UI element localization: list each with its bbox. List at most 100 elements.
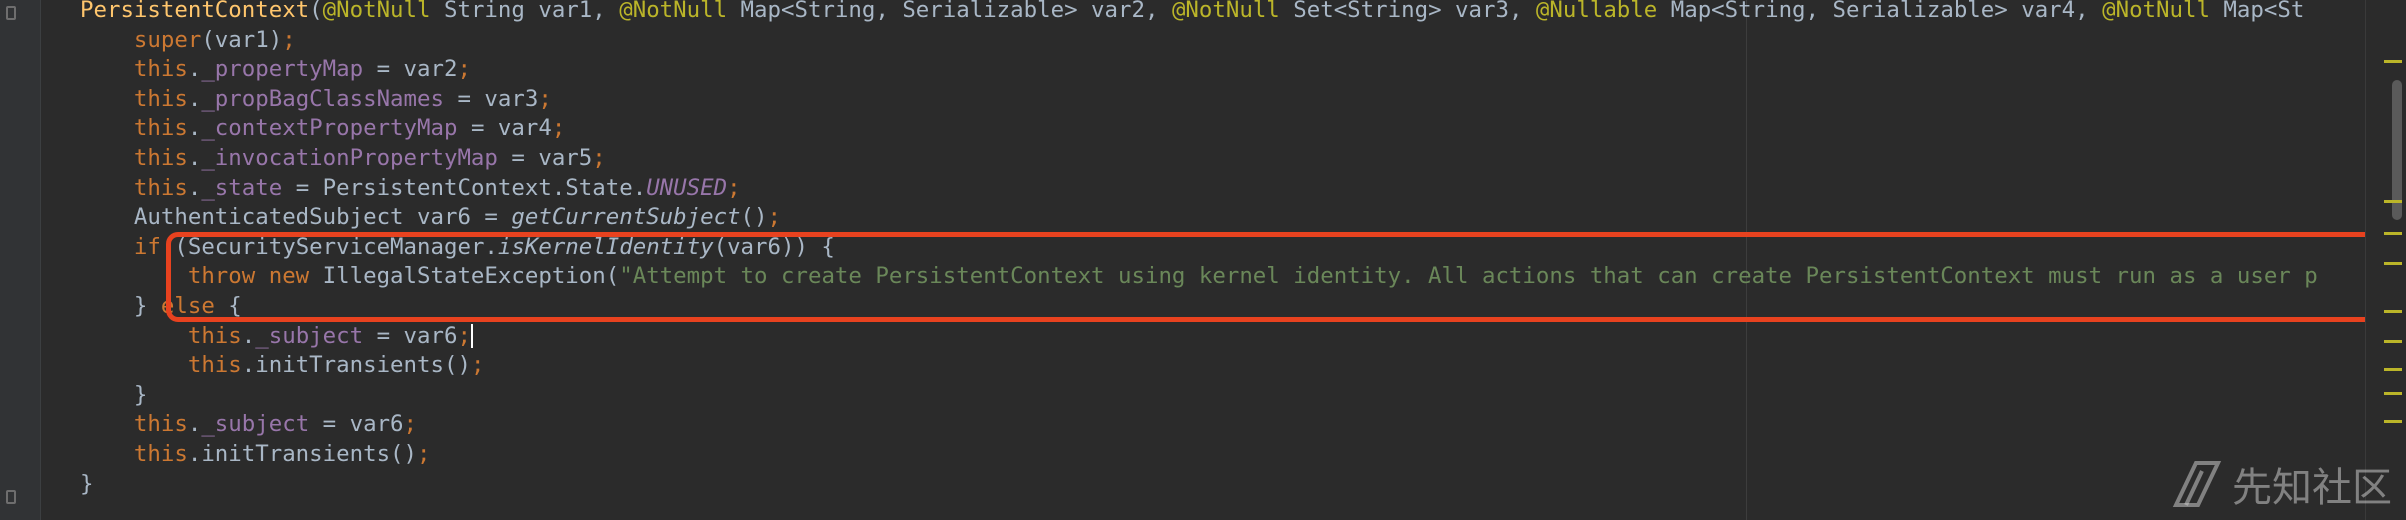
code-token: ; xyxy=(592,144,606,171)
code-token: (var1) xyxy=(201,26,283,53)
code-line[interactable]: this._propBagClassNames = var3; xyxy=(80,85,2318,115)
watermark: 先知社区 xyxy=(2172,456,2392,512)
code-token: this xyxy=(133,85,188,112)
code-token: getCurrentSubject xyxy=(511,204,741,231)
code-token: = var6 xyxy=(309,411,404,438)
code-token: this xyxy=(133,115,188,142)
text-caret xyxy=(470,324,473,349)
code-token: super xyxy=(133,26,202,53)
code-token: ; xyxy=(538,85,552,112)
code-token: } xyxy=(80,470,94,497)
xianzhi-logo-icon xyxy=(2172,461,2222,507)
code-line[interactable]: this._state = PersistentContext.State.UN… xyxy=(80,174,2318,204)
code-token: @NotNull xyxy=(1171,0,1280,23)
code-token: this xyxy=(133,144,188,171)
warning-stripe-marker[interactable] xyxy=(2384,200,2402,203)
fold-marker-icon[interactable] xyxy=(6,490,16,504)
code-token: _contextPropertyMap xyxy=(201,115,458,142)
code-line[interactable]: this._propertyMap = var2; xyxy=(80,55,2318,85)
code-token: . xyxy=(187,85,202,112)
vertical-scrollbar[interactable] xyxy=(2365,0,2406,520)
code-token: this xyxy=(133,174,188,201)
code-token: () xyxy=(740,204,768,231)
code-token: . xyxy=(187,144,202,171)
highlight-annotation-box xyxy=(166,232,2366,322)
code-token: if xyxy=(133,233,161,260)
warning-stripe-marker[interactable] xyxy=(2384,420,2402,423)
code-token: @NotNull xyxy=(322,0,431,23)
warning-stripe-marker[interactable] xyxy=(2384,340,2402,343)
code-token: _subject xyxy=(255,322,364,349)
code-token: . xyxy=(187,56,202,83)
code-editor[interactable]: PersistentContext(@NotNull String var1, … xyxy=(42,0,2366,520)
code-token: ; xyxy=(727,174,741,201)
code-token: @NotNull xyxy=(619,0,728,23)
code-token: PersistentContext xyxy=(80,0,310,23)
editor-gutter xyxy=(0,0,41,520)
warning-stripe-marker[interactable] xyxy=(2384,368,2402,371)
code-token: _propertyMap xyxy=(201,56,364,83)
code-line[interactable]: } xyxy=(80,381,2318,411)
code-token: this xyxy=(187,352,242,379)
code-token: ; xyxy=(457,322,471,349)
fold-marker-icon[interactable] xyxy=(6,6,16,20)
code-token: ; xyxy=(457,56,471,83)
code-token: } xyxy=(80,292,161,319)
code-token: ; xyxy=(282,26,296,53)
code-token: String var1, xyxy=(430,0,620,23)
code-token: ; xyxy=(403,411,418,438)
warning-stripe-marker[interactable] xyxy=(2384,60,2402,63)
code-token: .initTransients() xyxy=(241,352,471,379)
code-token: Map<St xyxy=(2209,0,2305,23)
code-token: ; xyxy=(551,115,566,142)
code-token: Map<String, Serializable> var4, xyxy=(1657,0,2103,23)
code-token: @NotNull xyxy=(2102,0,2210,23)
code-token: . xyxy=(187,115,202,142)
code-line[interactable]: super(var1); xyxy=(80,26,2318,56)
code-line[interactable]: this._subject = var6; xyxy=(80,322,2318,352)
code-token: . xyxy=(187,411,202,438)
warning-stripe-marker[interactable] xyxy=(2384,310,2402,313)
code-line[interactable]: this.initTransients(); xyxy=(80,351,2318,381)
warning-stripe-marker[interactable] xyxy=(2384,232,2402,235)
code-line[interactable]: this._invocationPropertyMap = var5; xyxy=(80,144,2318,174)
watermark-text: 先知社区 xyxy=(2232,465,2392,511)
code-token: = var5 xyxy=(497,144,593,171)
code-token: this xyxy=(187,322,242,349)
code-token: = var4 xyxy=(457,115,552,142)
code-token: _subject xyxy=(201,411,310,438)
code-line[interactable]: this._contextPropertyMap = var4; xyxy=(80,114,2318,144)
warning-stripe-marker[interactable] xyxy=(2384,392,2402,395)
code-token: this xyxy=(133,56,188,83)
code-token: ; xyxy=(470,352,485,379)
code-line[interactable]: PersistentContext(@NotNull String var1, … xyxy=(80,0,2318,26)
code-line[interactable]: this._subject = var6; xyxy=(80,410,2318,440)
code-token: ( xyxy=(309,0,323,23)
code-token: ; xyxy=(767,204,781,231)
code-token: _propBagClassNames xyxy=(201,85,444,112)
code-token: = var3 xyxy=(443,85,539,112)
code-token: . xyxy=(241,322,256,349)
code-token: ; xyxy=(417,440,431,467)
code-line[interactable]: AuthenticatedSubject var6 = getCurrentSu… xyxy=(80,203,2318,233)
scrollbar-thumb[interactable] xyxy=(2392,80,2402,220)
code-token: . xyxy=(187,174,202,201)
code-token: AuthenticatedSubject var6 = xyxy=(80,204,512,231)
warning-stripe-marker[interactable] xyxy=(2384,262,2402,265)
code-token: Map<String, Serializable> var2, xyxy=(727,0,1172,23)
code-token: _invocationPropertyMap xyxy=(201,144,498,171)
code-line[interactable]: } xyxy=(80,470,2318,500)
code-line[interactable]: this.initTransients(); xyxy=(80,440,2318,470)
code-token: this xyxy=(133,411,188,438)
code-token: @Nullable xyxy=(1535,0,1658,23)
